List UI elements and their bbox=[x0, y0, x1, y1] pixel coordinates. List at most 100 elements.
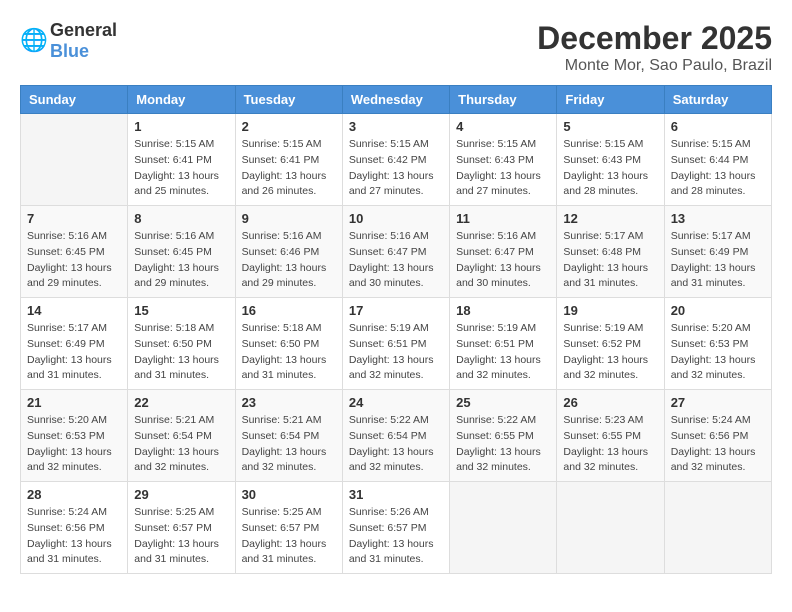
day-number: 6 bbox=[671, 119, 765, 134]
calendar-day-cell: 1 Sunrise: 5:15 AMSunset: 6:41 PMDayligh… bbox=[128, 114, 235, 206]
day-number: 11 bbox=[456, 211, 550, 226]
weekday-header: Monday bbox=[128, 86, 235, 114]
calendar-week-row: 7 Sunrise: 5:16 AMSunset: 6:45 PMDayligh… bbox=[21, 206, 772, 298]
day-number: 21 bbox=[27, 395, 121, 410]
calendar-week-row: 21 Sunrise: 5:20 AMSunset: 6:53 PMDaylig… bbox=[21, 390, 772, 482]
day-number: 25 bbox=[456, 395, 550, 410]
day-number: 1 bbox=[134, 119, 228, 134]
calendar-day-cell: 22 Sunrise: 5:21 AMSunset: 6:54 PMDaylig… bbox=[128, 390, 235, 482]
calendar-day-cell: 23 Sunrise: 5:21 AMSunset: 6:54 PMDaylig… bbox=[235, 390, 342, 482]
day-info: Sunrise: 5:17 AMSunset: 6:48 PMDaylight:… bbox=[563, 229, 657, 292]
calendar-day-cell bbox=[21, 114, 128, 206]
logo: 🌐 General Blue bbox=[20, 20, 117, 62]
day-number: 5 bbox=[563, 119, 657, 134]
calendar-day-cell: 16 Sunrise: 5:18 AMSunset: 6:50 PMDaylig… bbox=[235, 298, 342, 390]
calendar-day-cell: 27 Sunrise: 5:24 AMSunset: 6:56 PMDaylig… bbox=[664, 390, 771, 482]
location-title: Monte Mor, Sao Paulo, Brazil bbox=[537, 57, 772, 75]
day-number: 7 bbox=[27, 211, 121, 226]
day-info: Sunrise: 5:23 AMSunset: 6:55 PMDaylight:… bbox=[563, 413, 657, 476]
day-number: 24 bbox=[349, 395, 443, 410]
day-number: 26 bbox=[563, 395, 657, 410]
day-number: 18 bbox=[456, 303, 550, 318]
calendar-day-cell: 15 Sunrise: 5:18 AMSunset: 6:50 PMDaylig… bbox=[128, 298, 235, 390]
calendar-day-cell: 14 Sunrise: 5:17 AMSunset: 6:49 PMDaylig… bbox=[21, 298, 128, 390]
day-number: 20 bbox=[671, 303, 765, 318]
calendar-day-cell: 25 Sunrise: 5:22 AMSunset: 6:55 PMDaylig… bbox=[450, 390, 557, 482]
calendar-table: SundayMondayTuesdayWednesdayThursdayFrid… bbox=[20, 85, 772, 574]
day-info: Sunrise: 5:16 AMSunset: 6:46 PMDaylight:… bbox=[242, 229, 336, 292]
calendar-week-row: 1 Sunrise: 5:15 AMSunset: 6:41 PMDayligh… bbox=[21, 114, 772, 206]
page-header: 🌐 General Blue December 2025 Monte Mor, … bbox=[20, 20, 772, 75]
logo-icon: 🌐 bbox=[20, 27, 48, 55]
day-info: Sunrise: 5:24 AMSunset: 6:56 PMDaylight:… bbox=[671, 413, 765, 476]
day-info: Sunrise: 5:15 AMSunset: 6:41 PMDaylight:… bbox=[134, 137, 228, 200]
day-number: 10 bbox=[349, 211, 443, 226]
calendar-day-cell: 19 Sunrise: 5:19 AMSunset: 6:52 PMDaylig… bbox=[557, 298, 664, 390]
day-info: Sunrise: 5:25 AMSunset: 6:57 PMDaylight:… bbox=[242, 505, 336, 568]
day-info: Sunrise: 5:18 AMSunset: 6:50 PMDaylight:… bbox=[242, 321, 336, 384]
calendar-day-cell: 9 Sunrise: 5:16 AMSunset: 6:46 PMDayligh… bbox=[235, 206, 342, 298]
day-number: 30 bbox=[242, 487, 336, 502]
day-info: Sunrise: 5:15 AMSunset: 6:44 PMDaylight:… bbox=[671, 137, 765, 200]
title-section: December 2025 Monte Mor, Sao Paulo, Braz… bbox=[537, 20, 772, 75]
day-info: Sunrise: 5:15 AMSunset: 6:43 PMDaylight:… bbox=[456, 137, 550, 200]
calendar-day-cell: 4 Sunrise: 5:15 AMSunset: 6:43 PMDayligh… bbox=[450, 114, 557, 206]
day-number: 4 bbox=[456, 119, 550, 134]
calendar-day-cell: 18 Sunrise: 5:19 AMSunset: 6:51 PMDaylig… bbox=[450, 298, 557, 390]
day-number: 29 bbox=[134, 487, 228, 502]
day-info: Sunrise: 5:20 AMSunset: 6:53 PMDaylight:… bbox=[671, 321, 765, 384]
calendar-week-row: 28 Sunrise: 5:24 AMSunset: 6:56 PMDaylig… bbox=[21, 482, 772, 574]
calendar-day-cell: 24 Sunrise: 5:22 AMSunset: 6:54 PMDaylig… bbox=[342, 390, 449, 482]
day-info: Sunrise: 5:21 AMSunset: 6:54 PMDaylight:… bbox=[134, 413, 228, 476]
calendar-day-cell: 7 Sunrise: 5:16 AMSunset: 6:45 PMDayligh… bbox=[21, 206, 128, 298]
calendar-day-cell: 6 Sunrise: 5:15 AMSunset: 6:44 PMDayligh… bbox=[664, 114, 771, 206]
day-info: Sunrise: 5:18 AMSunset: 6:50 PMDaylight:… bbox=[134, 321, 228, 384]
day-info: Sunrise: 5:16 AMSunset: 6:47 PMDaylight:… bbox=[349, 229, 443, 292]
calendar-day-cell: 5 Sunrise: 5:15 AMSunset: 6:43 PMDayligh… bbox=[557, 114, 664, 206]
calendar-day-cell: 12 Sunrise: 5:17 AMSunset: 6:48 PMDaylig… bbox=[557, 206, 664, 298]
day-number: 31 bbox=[349, 487, 443, 502]
day-number: 17 bbox=[349, 303, 443, 318]
logo-general: General bbox=[50, 20, 117, 40]
day-info: Sunrise: 5:22 AMSunset: 6:54 PMDaylight:… bbox=[349, 413, 443, 476]
calendar-day-cell: 20 Sunrise: 5:20 AMSunset: 6:53 PMDaylig… bbox=[664, 298, 771, 390]
day-info: Sunrise: 5:21 AMSunset: 6:54 PMDaylight:… bbox=[242, 413, 336, 476]
day-info: Sunrise: 5:17 AMSunset: 6:49 PMDaylight:… bbox=[27, 321, 121, 384]
month-title: December 2025 bbox=[537, 20, 772, 57]
day-info: Sunrise: 5:19 AMSunset: 6:51 PMDaylight:… bbox=[456, 321, 550, 384]
day-info: Sunrise: 5:25 AMSunset: 6:57 PMDaylight:… bbox=[134, 505, 228, 568]
day-number: 12 bbox=[563, 211, 657, 226]
day-info: Sunrise: 5:16 AMSunset: 6:47 PMDaylight:… bbox=[456, 229, 550, 292]
calendar-header-row: SundayMondayTuesdayWednesdayThursdayFrid… bbox=[21, 86, 772, 114]
day-number: 28 bbox=[27, 487, 121, 502]
calendar-day-cell bbox=[557, 482, 664, 574]
day-number: 19 bbox=[563, 303, 657, 318]
day-info: Sunrise: 5:15 AMSunset: 6:43 PMDaylight:… bbox=[563, 137, 657, 200]
calendar-day-cell: 31 Sunrise: 5:26 AMSunset: 6:57 PMDaylig… bbox=[342, 482, 449, 574]
calendar-day-cell: 8 Sunrise: 5:16 AMSunset: 6:45 PMDayligh… bbox=[128, 206, 235, 298]
day-info: Sunrise: 5:19 AMSunset: 6:52 PMDaylight:… bbox=[563, 321, 657, 384]
day-info: Sunrise: 5:15 AMSunset: 6:42 PMDaylight:… bbox=[349, 137, 443, 200]
calendar-day-cell: 30 Sunrise: 5:25 AMSunset: 6:57 PMDaylig… bbox=[235, 482, 342, 574]
day-number: 27 bbox=[671, 395, 765, 410]
svg-text:🌐: 🌐 bbox=[20, 27, 48, 53]
logo-blue: Blue bbox=[50, 41, 89, 61]
day-info: Sunrise: 5:26 AMSunset: 6:57 PMDaylight:… bbox=[349, 505, 443, 568]
day-number: 13 bbox=[671, 211, 765, 226]
day-number: 8 bbox=[134, 211, 228, 226]
calendar-day-cell: 26 Sunrise: 5:23 AMSunset: 6:55 PMDaylig… bbox=[557, 390, 664, 482]
day-number: 22 bbox=[134, 395, 228, 410]
calendar-day-cell: 21 Sunrise: 5:20 AMSunset: 6:53 PMDaylig… bbox=[21, 390, 128, 482]
day-number: 3 bbox=[349, 119, 443, 134]
weekday-header: Tuesday bbox=[235, 86, 342, 114]
weekday-header: Thursday bbox=[450, 86, 557, 114]
calendar-day-cell: 29 Sunrise: 5:25 AMSunset: 6:57 PMDaylig… bbox=[128, 482, 235, 574]
day-number: 2 bbox=[242, 119, 336, 134]
day-info: Sunrise: 5:20 AMSunset: 6:53 PMDaylight:… bbox=[27, 413, 121, 476]
day-info: Sunrise: 5:16 AMSunset: 6:45 PMDaylight:… bbox=[134, 229, 228, 292]
calendar-week-row: 14 Sunrise: 5:17 AMSunset: 6:49 PMDaylig… bbox=[21, 298, 772, 390]
calendar-day-cell: 10 Sunrise: 5:16 AMSunset: 6:47 PMDaylig… bbox=[342, 206, 449, 298]
day-number: 23 bbox=[242, 395, 336, 410]
calendar-day-cell: 2 Sunrise: 5:15 AMSunset: 6:41 PMDayligh… bbox=[235, 114, 342, 206]
day-number: 16 bbox=[242, 303, 336, 318]
